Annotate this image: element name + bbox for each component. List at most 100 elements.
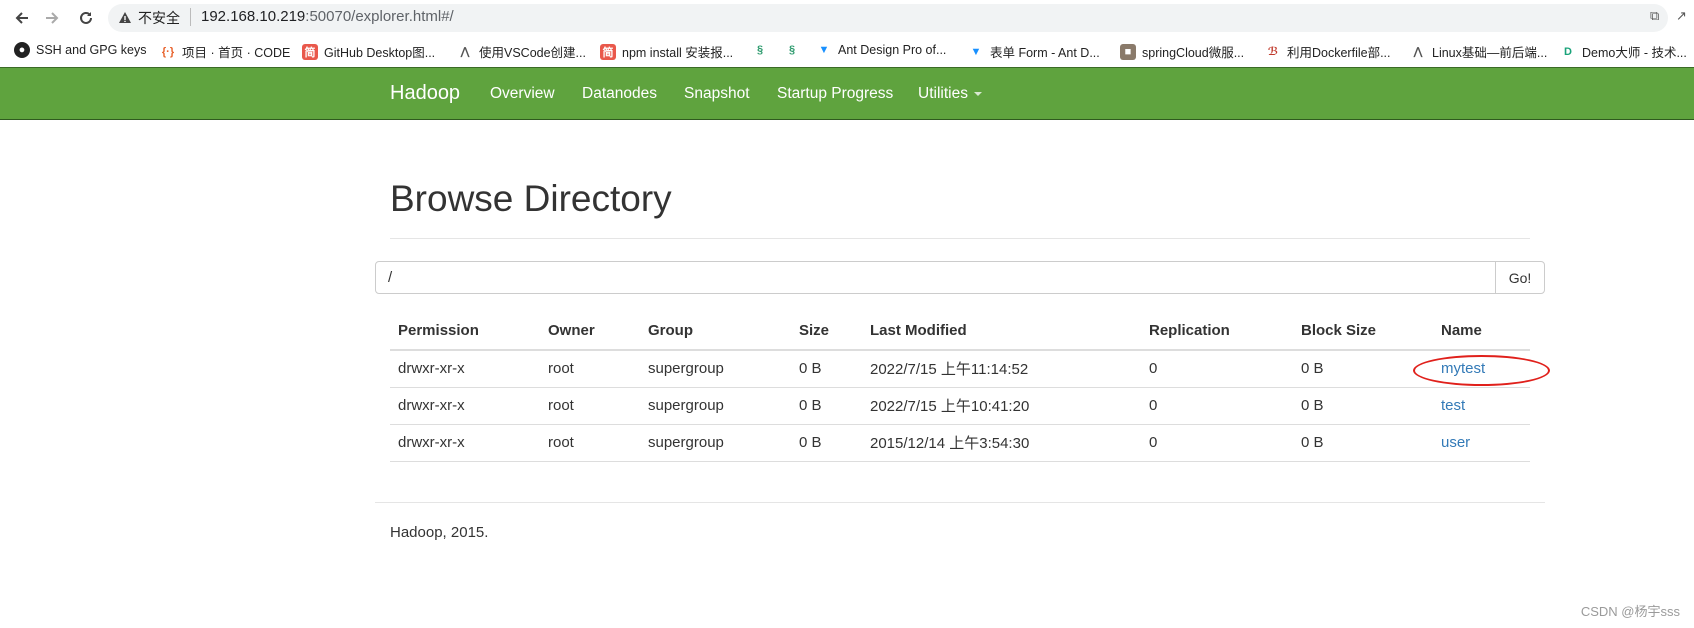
swirl-icon: § — [756, 44, 764, 56]
cell-block-size: 0 B — [1293, 350, 1433, 388]
bookmark-label: Linux基础—前后端... — [1432, 46, 1548, 60]
nav-utilities[interactable]: Utilities — [918, 85, 982, 103]
bookmark-label: Ant Design Pro of... — [838, 43, 947, 57]
github-icon: ● — [14, 42, 30, 58]
nav-overview[interactable]: Overview — [490, 85, 555, 103]
bookmark-item[interactable]: 简 GitHub Desktop图... — [302, 42, 435, 61]
bookmark-item[interactable]: ● SSH and GPG keys — [14, 42, 146, 58]
bookmark-item[interactable]: § — [752, 42, 768, 58]
cell-size: 0 B — [791, 387, 862, 425]
cell-replication: 0 — [1141, 387, 1293, 425]
table-row: drwxr-xr-x root supergroup 0 B 2022/7/15… — [390, 387, 1530, 425]
back-button[interactable] — [10, 6, 34, 30]
cell-size: 0 B — [791, 350, 862, 388]
directory-path-input[interactable] — [375, 261, 1496, 294]
nav-startup-progress[interactable]: Startup Progress — [777, 85, 893, 103]
cell-block-size: 0 B — [1293, 424, 1433, 462]
column-header-permission[interactable]: Permission — [390, 312, 540, 351]
reload-button[interactable] — [74, 6, 98, 30]
column-header-name[interactable]: Name — [1433, 312, 1530, 351]
bookmark-item[interactable]: ■ springCloud微服... — [1120, 42, 1244, 61]
avatar-icon: ■ — [1120, 43, 1136, 60]
bookmark-label: Demo大师 - 技术... — [1582, 46, 1687, 60]
bookmark-item[interactable]: 简 npm install 安装报... — [600, 42, 733, 61]
arrow-left-icon — [15, 12, 28, 24]
cell-owner: root — [540, 387, 640, 425]
bookmark-item[interactable]: {·} 项目 · 首页 · CODE — [160, 42, 290, 61]
antd-icon: ▼ — [818, 44, 830, 56]
juejin-icon: ⋀ — [1413, 46, 1423, 58]
bookmark-label: 表单 Form - Ant D... — [990, 46, 1100, 60]
warning-icon — [119, 12, 131, 23]
go-button[interactable]: Go! — [1495, 261, 1545, 294]
arrow-right-icon — [46, 12, 59, 24]
page-title: Browse Directory — [390, 178, 672, 219]
directory-link-mytest[interactable]: mytest — [1441, 360, 1485, 377]
footer-copyright: Hadoop, 2015. — [390, 524, 489, 541]
cell-block-size: 0 B — [1293, 387, 1433, 425]
directory-link-test[interactable]: test — [1441, 397, 1465, 414]
navbar-brand[interactable]: Hadoop — [390, 82, 460, 105]
cell-owner: root — [540, 350, 640, 388]
translate-icon[interactable]: ⧉ — [1650, 8, 1659, 24]
cell-owner: root — [540, 424, 640, 462]
column-header-block-size[interactable]: Block Size — [1293, 312, 1433, 351]
juejin-icon: ⋀ — [460, 46, 470, 58]
cell-group: supergroup — [640, 387, 791, 425]
cell-last-modified: 2022/7/15 上午10:41:20 — [862, 387, 1141, 425]
bookmark-item[interactable]: ℬ 利用Dockerfile部... — [1265, 42, 1391, 61]
share-icon[interactable]: ↗ — [1676, 8, 1687, 24]
cell-last-modified: 2015/12/14 上午3:54:30 — [862, 424, 1141, 462]
cell-name: test — [1433, 387, 1530, 425]
cell-group: supergroup — [640, 424, 791, 462]
column-header-last-modified[interactable]: Last Modified — [862, 312, 1141, 351]
bookmark-label: 使用VSCode创建... — [479, 46, 586, 60]
column-header-replication[interactable]: Replication — [1141, 312, 1293, 351]
bookmark-label: npm install 安装报... — [622, 46, 734, 60]
cell-replication: 0 — [1141, 350, 1293, 388]
cell-permission: drwxr-xr-x — [390, 424, 540, 462]
cell-group: supergroup — [640, 350, 791, 388]
bookmark-item[interactable]: § — [784, 42, 800, 58]
directory-table: Permission Owner Group Size Last Modifie… — [390, 312, 1530, 462]
column-header-group[interactable]: Group — [640, 312, 791, 351]
bookmarks-bar: ● SSH and GPG keys {·} 项目 · 首页 · CODE 简 … — [0, 36, 1694, 66]
cell-name: user — [1433, 424, 1530, 462]
bookmark-item[interactable]: ▼ Ant Design Pro of... — [816, 42, 947, 58]
cell-name: mytest — [1433, 350, 1530, 388]
forward-button[interactable] — [40, 6, 64, 30]
table-header-row: Permission Owner Group Size Last Modifie… — [390, 312, 1530, 351]
bookmark-label: GitHub Desktop图... — [324, 46, 436, 60]
nav-datanodes[interactable]: Datanodes — [582, 85, 657, 103]
bookmark-label: 利用Dockerfile部... — [1287, 46, 1391, 60]
swirl-icon: § — [788, 44, 796, 56]
security-warning[interactable]: 不安全 — [118, 8, 180, 28]
cell-last-modified: 2022/7/15 上午11:14:52 — [862, 350, 1141, 388]
footer-divider — [375, 502, 1545, 503]
security-warning-label: 不安全 — [138, 10, 180, 26]
reload-icon — [80, 11, 92, 24]
hadoop-navbar: Hadoop Overview Datanodes Snapshot Start… — [0, 67, 1694, 120]
bookmark-item[interactable]: ▼ 表单 Form - Ant D... — [968, 42, 1100, 61]
table-row: drwxr-xr-x root supergroup 0 B 2015/12/1… — [390, 424, 1530, 462]
bookmark-label: 项目 · 首页 · CODE — [182, 46, 291, 60]
cell-permission: drwxr-xr-x — [390, 350, 540, 388]
directory-link-user[interactable]: user — [1441, 434, 1470, 451]
bookmark-label: springCloud微服... — [1142, 46, 1245, 60]
caret-down-icon — [973, 91, 982, 96]
cell-permission: drwxr-xr-x — [390, 387, 540, 425]
column-header-owner[interactable]: Owner — [540, 312, 640, 351]
jianshu-icon: 简 — [600, 43, 616, 60]
url-text[interactable]: 192.168.10.219:50070/explorer.html#/ — [201, 8, 454, 25]
b-icon: ℬ — [1267, 46, 1279, 58]
browser-address-bar: 不安全 192.168.10.219:50070/explorer.html#/… — [0, 0, 1694, 36]
antd-icon: ▼ — [970, 45, 982, 58]
bookmark-item[interactable]: D Demo大师 - 技术... — [1560, 42, 1687, 61]
bookmark-item[interactable]: ⋀ 使用VSCode创建... — [457, 42, 586, 61]
nav-snapshot[interactable]: Snapshot — [684, 85, 750, 103]
code-icon: {·} — [161, 45, 175, 58]
nav-utilities-label: Utilities — [918, 85, 968, 102]
column-header-size[interactable]: Size — [791, 312, 862, 351]
jianshu-icon: 简 — [302, 43, 318, 60]
bookmark-item[interactable]: ⋀ Linux基础—前后端... — [1410, 42, 1547, 61]
